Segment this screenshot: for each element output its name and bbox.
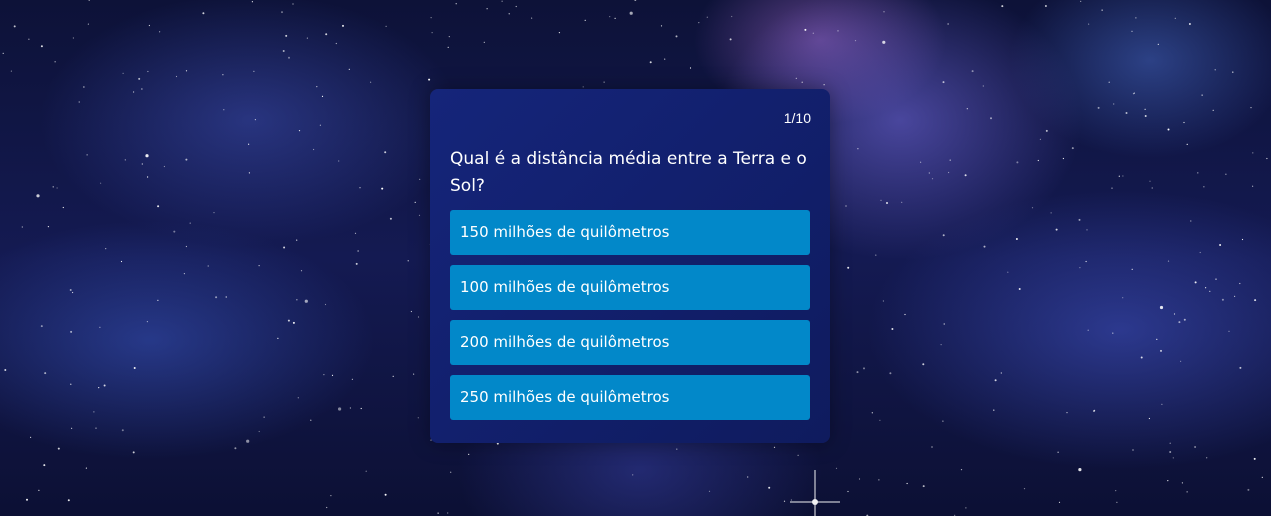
answer-option-2[interactable]: 100 milhões de quilômetros [450, 265, 810, 310]
answer-option-1[interactable]: 150 milhões de quilômetros [450, 210, 810, 255]
answer-option-3[interactable]: 200 milhões de quilômetros [450, 320, 810, 365]
quiz-card: 1/10 Qual é a distância média entre a Te… [430, 89, 830, 443]
question-text: Qual é a distância média entre a Terra e… [450, 149, 807, 196]
answer-option-4[interactable]: 250 milhões de quilômetros [450, 375, 810, 420]
answer-options: 150 milhões de quilômetros 100 milhões d… [450, 210, 810, 420]
question-counter: 1/10 [783, 110, 811, 126]
